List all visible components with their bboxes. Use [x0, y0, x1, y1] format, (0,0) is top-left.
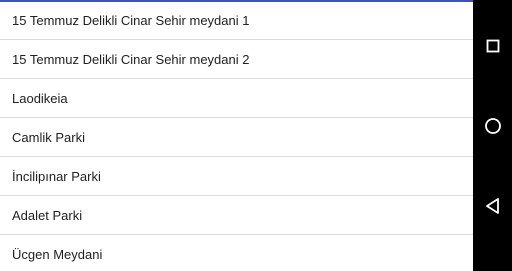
places-list[interactable]: 15 Temmuz Delikli Cinar Sehir meydani 1 …	[0, 2, 473, 271]
system-navigation-bar	[473, 0, 512, 271]
list-item-label: Laodikeia	[12, 90, 68, 106]
list-item[interactable]: Ücgen Meydani	[0, 235, 473, 271]
list-item-label: Adalet Parki	[12, 207, 83, 223]
circle-home-icon	[484, 118, 501, 134]
back-button[interactable]	[473, 186, 512, 226]
list-item[interactable]: 15 Temmuz Delikli Cinar Sehir meydani 2	[0, 40, 473, 79]
list-item-label: 15 Temmuz Delikli Cinar Sehir meydani 2	[12, 51, 250, 67]
app-screen: 15 Temmuz Delikli Cinar Sehir meydani 1 …	[0, 0, 512, 271]
triangle-back-icon	[485, 198, 499, 214]
list-item-label: İncilipınar Parki	[12, 168, 101, 184]
square-recents-icon	[486, 39, 499, 53]
list-item-label: Camlik Parki	[12, 129, 85, 145]
list-item[interactable]: 15 Temmuz Delikli Cinar Sehir meydani 1	[0, 2, 473, 40]
recents-button[interactable]	[473, 26, 512, 66]
list-item-label: 15 Temmuz Delikli Cinar Sehir meydani 1	[12, 13, 250, 28]
list-item[interactable]: İncilipınar Parki	[0, 157, 473, 196]
list-item[interactable]: Adalet Parki	[0, 196, 473, 235]
list-item[interactable]: Laodikeia	[0, 79, 473, 118]
list-item-label: Ücgen Meydani	[12, 246, 103, 262]
home-button[interactable]	[473, 106, 512, 146]
list-item[interactable]: Camlik Parki	[0, 118, 473, 157]
